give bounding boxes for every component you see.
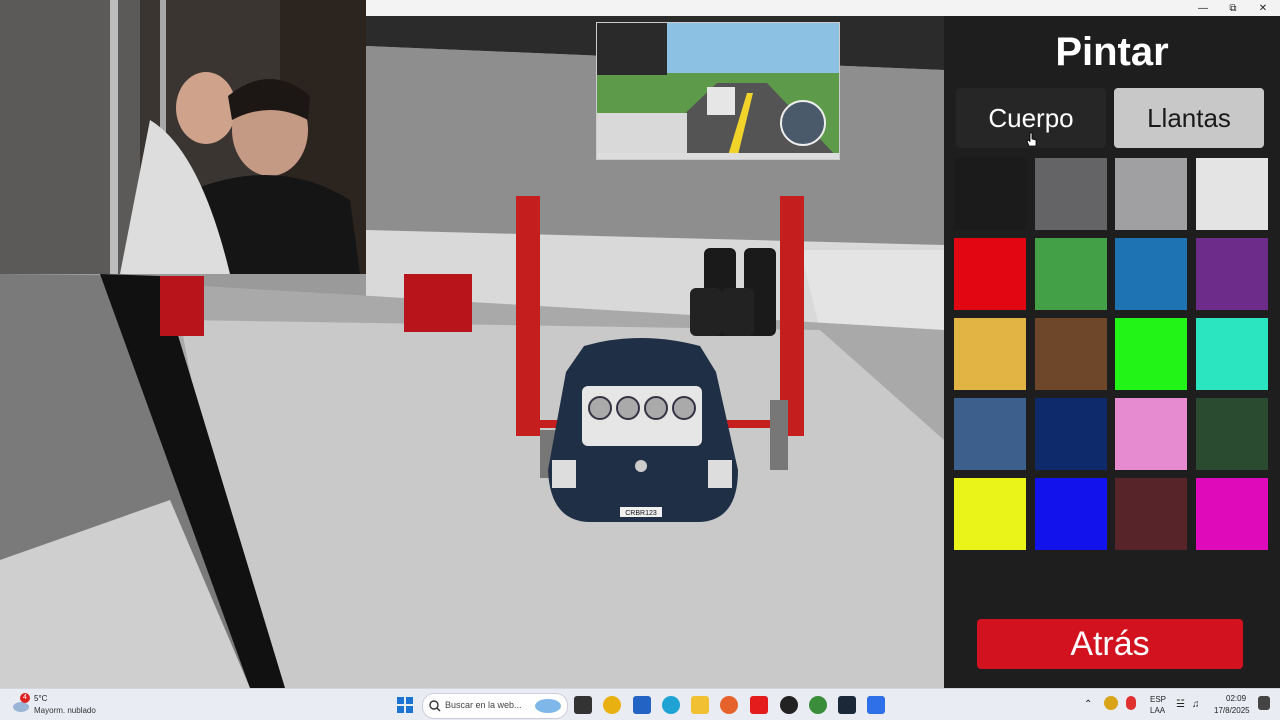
color-swatch[interactable]	[1195, 238, 1268, 310]
color-swatch[interactable]	[1034, 478, 1107, 550]
restore-icon[interactable]: ⧉	[1218, 0, 1248, 16]
color-swatch[interactable]	[1195, 398, 1268, 470]
desktop-screen: — ⧉ ✕ CRBR123 Pintar Cuerpo Llantas Atrá…	[0, 0, 1280, 720]
color-swatch[interactable]	[1034, 398, 1107, 470]
pip-preview	[596, 22, 840, 160]
color-swatch[interactable]	[954, 398, 1026, 470]
color-swatch[interactable]	[1034, 238, 1107, 310]
weather-description: Mayorm. nublado	[34, 706, 96, 715]
edge-icon[interactable]	[662, 696, 680, 714]
chevron-up-icon[interactable]: ⌃	[1084, 699, 1092, 710]
taskbar-search[interactable]: Buscar en la web...	[422, 693, 568, 719]
chrome-profile-icon[interactable]	[809, 696, 827, 714]
color-swatch[interactable]	[1115, 318, 1187, 390]
task-view-icon[interactable]	[574, 696, 592, 714]
color-swatch[interactable]	[1115, 158, 1187, 230]
paint-panel: Pintar Cuerpo Llantas Atrás	[944, 16, 1280, 688]
file-explorer-icon[interactable]	[691, 696, 709, 714]
taskbar: 4 5°C Mayorm. nublado Buscar en la web..…	[0, 688, 1280, 720]
search-placeholder: Buscar en la web...	[445, 700, 522, 710]
app-icon[interactable]	[780, 696, 798, 714]
color-swatch[interactable]	[1195, 478, 1268, 550]
color-swatch[interactable]	[954, 318, 1026, 390]
color-swatch[interactable]	[954, 478, 1026, 550]
tool-cabinet	[160, 276, 204, 336]
clock-time[interactable]: 02:09	[1226, 694, 1246, 703]
tool-cabinet	[404, 274, 472, 332]
color-swatch[interactable]	[1034, 318, 1107, 390]
back-button[interactable]: Atrás	[977, 619, 1243, 669]
search-icon	[429, 700, 441, 712]
tray-app-icon[interactable]	[1104, 696, 1118, 710]
store-icon[interactable]	[633, 696, 651, 714]
color-swatch[interactable]	[1115, 238, 1187, 310]
microphone-icon[interactable]	[1126, 696, 1136, 710]
language-code[interactable]: ESP	[1150, 695, 1166, 704]
panel-title: Pintar	[1055, 30, 1169, 74]
color-swatch[interactable]	[1034, 158, 1107, 230]
windows-start-icon[interactable]	[396, 696, 414, 714]
weather-temp: 5°C	[34, 694, 48, 703]
hand-cursor-icon	[1026, 132, 1037, 147]
car: CRBR123	[548, 338, 738, 522]
chrome-icon[interactable]	[603, 696, 621, 714]
search-highlight-icon	[535, 699, 561, 713]
wifi-icon[interactable]: ☱	[1176, 699, 1185, 710]
color-swatch[interactable]	[954, 238, 1026, 310]
volume-icon[interactable]: ♫	[1192, 699, 1200, 710]
color-swatch[interactable]	[1195, 158, 1268, 230]
color-swatch[interactable]	[954, 158, 1026, 230]
roblox-icon[interactable]	[867, 696, 885, 714]
firefox-icon[interactable]	[720, 696, 738, 714]
keyboard-layout[interactable]: LAA	[1150, 706, 1165, 715]
clock-date[interactable]: 17/8/2025	[1214, 706, 1250, 715]
weather-widget[interactable]: 4 5°C Mayorm. nublado	[10, 693, 120, 719]
steam-icon[interactable]	[838, 696, 856, 714]
webcam-overlay	[0, 0, 366, 274]
color-swatch[interactable]	[1115, 478, 1187, 550]
tab-wheels[interactable]: Llantas	[1114, 88, 1264, 148]
license-plate: CRBR123	[625, 510, 657, 517]
close-icon[interactable]: ✕	[1248, 0, 1278, 16]
minimize-icon[interactable]: —	[1188, 0, 1218, 16]
color-swatch[interactable]	[1195, 318, 1268, 390]
notification-icon[interactable]	[1258, 696, 1270, 710]
youtube-icon[interactable]	[750, 696, 768, 714]
weather-badge: 4	[20, 693, 30, 703]
color-swatch[interactable]	[1115, 398, 1187, 470]
